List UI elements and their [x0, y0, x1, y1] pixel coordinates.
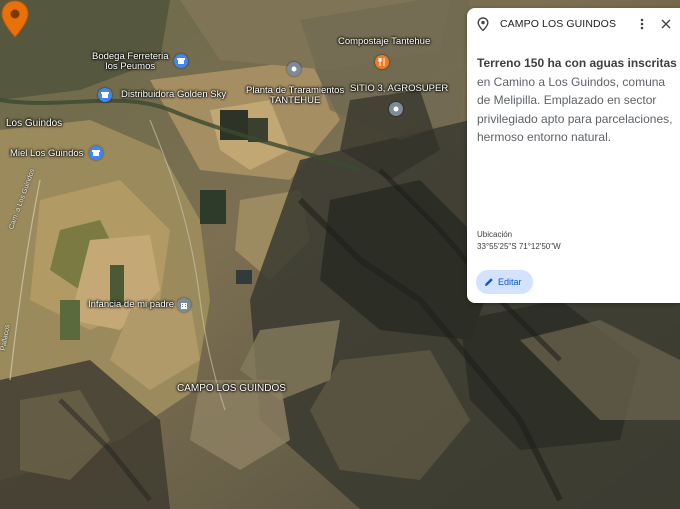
shop-icon[interactable]	[98, 88, 112, 102]
shop-icon[interactable]	[174, 54, 188, 68]
place-icon[interactable]	[389, 102, 403, 116]
place-detail-panel: CAMPO LOS GUINDOS Terreno 150 ha con agu…	[467, 8, 680, 303]
poi-label-sitio3[interactable]: SITIO 3, AGROSUPER	[350, 84, 448, 94]
pencil-icon	[485, 278, 493, 286]
poi-label-planta[interactable]: Planta de Traramientos TANTEHUE	[246, 86, 344, 106]
selected-place-label[interactable]: CAMPO LOS GUINDOS	[177, 384, 286, 394]
panel-title: CAMPO LOS GUINDOS	[500, 18, 617, 30]
poi-label-compostaje[interactable]: Compostaje Tantehue	[338, 37, 430, 47]
place-icon[interactable]	[287, 62, 301, 76]
poi-label-bodega-ferreteria[interactable]: Bodega Ferreteria los Peumos	[92, 52, 169, 72]
panel-header: CAMPO LOS GUINDOS	[467, 8, 680, 40]
more-options-icon[interactable]	[634, 16, 650, 32]
food-icon[interactable]	[375, 55, 389, 69]
poi-label-miel[interactable]: Miel Los Guindos	[10, 149, 83, 159]
poi-label-infancia[interactable]: Infancia de mi padre	[88, 300, 174, 310]
location-label: Ubicación	[477, 230, 513, 239]
coordinates[interactable]: 33°55'25"S 71°12'50"W	[477, 242, 561, 251]
location-pin-icon	[475, 16, 491, 32]
town-label: Los Guindos	[6, 118, 63, 129]
close-icon[interactable]	[658, 16, 674, 32]
edit-button[interactable]: Editar	[476, 270, 533, 294]
building-icon[interactable]	[177, 298, 191, 312]
map-pin-icon[interactable]	[0, 0, 30, 38]
place-description: Terreno 150 ha con aguas inscritas en Ca…	[477, 56, 677, 144]
poi-label-distribuidora[interactable]: Distribuidora Golden Sky	[121, 90, 226, 100]
shop-icon[interactable]	[89, 146, 103, 160]
